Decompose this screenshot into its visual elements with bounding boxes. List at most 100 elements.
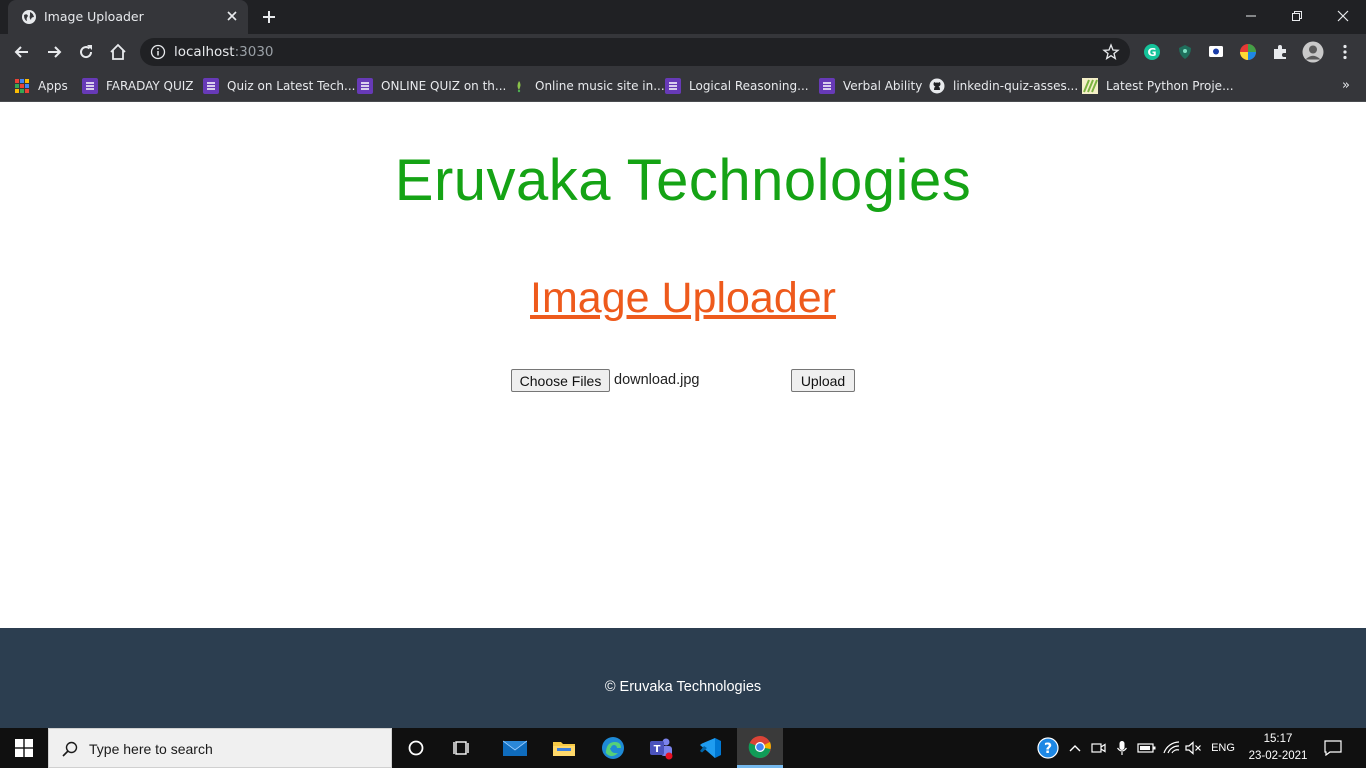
bookmark-label: Logical Reasoning... [689,79,809,93]
microphone-icon [1117,741,1127,755]
show-hidden-icons-button[interactable] [1066,738,1084,758]
grammarly-icon[interactable]: G [1143,43,1161,61]
vscode-icon [700,738,721,758]
clock-time: 15:17 [1263,733,1293,745]
profile-avatar-icon[interactable] [1302,41,1324,63]
address-url: localhost:3030 [174,44,274,60]
company-title: Eruvaka Technologies [394,148,972,213]
task-view-button[interactable] [440,728,486,768]
bookmark-apps[interactable]: Apps [14,77,68,95]
notification-icon [1324,740,1342,756]
volume-tray[interactable] [1185,738,1203,758]
cortana-button[interactable] [393,728,439,768]
close-icon [1337,10,1349,22]
page-footer: © Eruvaka Technologies [0,628,1366,728]
wifi-tray[interactable] [1162,738,1182,758]
list-icon [203,78,219,94]
color-picker-icon[interactable] [1239,43,1257,61]
bookmark-online-quiz[interactable]: ONLINE QUIZ on th... [357,77,506,95]
bookmark-logical-reasoning[interactable]: Logical Reasoning... [665,77,809,95]
bookmark-label: Apps [38,79,68,93]
teams-icon: T [650,738,673,760]
bookmark-verbal-ability[interactable]: Verbal Ability [819,77,922,95]
forward-icon[interactable] [44,42,64,62]
list-icon [819,78,835,94]
volume-muted-icon [1185,741,1201,755]
bookmark-label: Online music site in... [535,79,665,93]
browser-tab-active[interactable]: Image Uploader [8,0,248,34]
search-icon [62,741,78,757]
action-center-button[interactable] [1322,738,1344,758]
page-content: Eruvaka Technologies Image Uploader Choo… [0,103,1366,628]
search-placeholder: Type here to search [89,741,213,757]
taskbar-clock[interactable]: 15:17 23-02-2021 [1244,731,1312,765]
bookmark-star-icon[interactable] [1102,43,1120,61]
restore-button[interactable] [1274,0,1320,32]
bookmark-label: ONLINE QUIZ on th... [381,79,507,93]
windows-logo-icon [15,739,33,757]
footer-copyright: © Eruvaka Technologies [604,679,762,695]
python-leaf-icon [1082,78,1098,94]
apps-grid-icon [15,79,29,93]
microphone-tray[interactable] [1114,738,1130,758]
site-info-icon[interactable] [150,44,166,60]
meet-now-button[interactable] [1090,738,1108,758]
extension-screen-icon[interactable] [1207,43,1225,61]
edge-icon [602,737,624,759]
minimize-icon [1246,15,1256,17]
taskbar-file-explorer[interactable] [541,728,587,768]
back-icon[interactable] [12,42,32,62]
taskbar-mail[interactable] [492,728,538,768]
taskbar-vscode[interactable] [687,728,733,768]
bookmark-quiz-latest-tech[interactable]: Quiz on Latest Tech... [203,77,355,95]
help-question-icon: ? [1037,737,1059,759]
chevron-up-icon [1069,745,1081,752]
svg-text:G: G [1147,46,1156,59]
help-tray-button[interactable]: ? [1037,737,1059,759]
bookmark-online-music[interactable]: Online music site in... [511,77,665,95]
bookmark-label: Latest Python Proje... [1106,79,1234,93]
url-port: :3030 [234,44,274,60]
browser-toolbar: localhost:3030 G [0,34,1366,70]
battery-icon [1137,743,1156,753]
task-view-icon [453,741,469,755]
selected-file-name: download.jpg [614,372,700,388]
start-button[interactable] [0,728,48,768]
bookmark-linkedin-quiz[interactable]: linkedin-quiz-asses... [929,77,1078,95]
taskbar-edge[interactable] [590,728,636,768]
extension-shield-icon[interactable] [1176,43,1194,61]
home-icon[interactable] [108,42,128,62]
choose-files-button[interactable]: Choose Files [511,369,610,392]
video-camera-icon [1091,743,1106,753]
upload-button[interactable]: Upload [791,369,855,392]
minimize-button[interactable] [1228,0,1274,32]
bookmarks-overflow-button[interactable]: » [1342,78,1350,93]
close-tab-icon[interactable] [224,8,240,24]
windows-taskbar: Type here to search T ? ENG 15:17 23-02-… [0,728,1366,768]
wifi-icon [1163,741,1180,754]
mail-icon [503,740,527,756]
folder-icon [553,742,575,756]
bookmark-faraday-quiz[interactable]: FARADAY QUIZ [82,77,194,95]
battery-tray[interactable] [1136,738,1158,758]
reload-icon[interactable] [76,42,96,62]
input-language[interactable]: ENG [1208,738,1238,758]
taskbar-teams[interactable]: T [638,728,684,768]
bookmarks-bar: Apps FARADAY QUIZ Quiz on Latest Tech...… [0,70,1366,102]
address-bar[interactable]: localhost:3030 [140,38,1130,66]
browser-menu-icon[interactable] [1336,43,1354,61]
bookmark-latest-python[interactable]: Latest Python Proje... [1082,77,1234,95]
bookmark-label: Verbal Ability [843,79,923,93]
new-tab-icon[interactable] [260,8,278,26]
globe-icon [22,10,36,24]
browser-tab-strip: Image Uploader [0,0,1366,34]
chrome-icon [748,735,771,758]
image-uploader-heading[interactable]: Image Uploader [0,274,1366,323]
bookmark-label: Quiz on Latest Tech... [227,79,356,93]
taskbar-search-box[interactable]: Type here to search [48,728,392,768]
bookmark-label: linkedin-quiz-asses... [953,79,1079,93]
restore-icon [1292,11,1302,21]
close-window-button[interactable] [1320,0,1366,32]
taskbar-chrome[interactable] [737,728,783,768]
extensions-puzzle-icon[interactable] [1271,43,1289,61]
